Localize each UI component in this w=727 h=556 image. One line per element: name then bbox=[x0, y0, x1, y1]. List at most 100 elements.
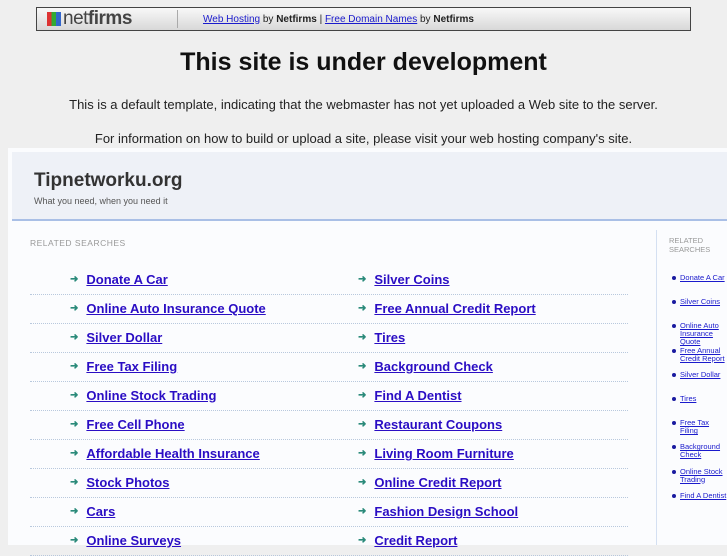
arrow-icon: ➜ bbox=[358, 390, 367, 401]
side-list-item: Find A Dentist bbox=[672, 491, 727, 500]
list-item: ➜ Stock Photos bbox=[70, 475, 169, 490]
list-item: ➜ Donate A Car bbox=[70, 272, 168, 287]
arrow-icon: ➜ bbox=[358, 448, 367, 459]
table-row: ➜ Stock Photos ➜ Online Credit Report bbox=[30, 469, 628, 498]
bullet-icon bbox=[672, 324, 676, 329]
search-link[interactable]: Cars bbox=[86, 504, 115, 519]
list-item: ➜ Online Surveys bbox=[70, 533, 181, 548]
arrow-icon: ➜ bbox=[70, 535, 79, 546]
search-link[interactable]: Free Cell Phone bbox=[86, 417, 184, 432]
search-link[interactable]: Tires bbox=[374, 330, 405, 345]
search-link[interactable]: Find A Dentist bbox=[374, 388, 461, 403]
netfirms-logo[interactable]: netfirms bbox=[37, 8, 177, 30]
table-row: ➜ Free Cell Phone ➜ Restaurant Coupons bbox=[30, 411, 628, 440]
site-header: Tipnetworku.org What you need, when you … bbox=[12, 152, 727, 221]
arrow-icon: ➜ bbox=[70, 419, 79, 430]
list-item: ➜ Fashion Design School bbox=[358, 504, 518, 519]
table-row: ➜ Silver Dollar ➜ Tires bbox=[30, 324, 628, 353]
side-list-item: Free Tax Filing bbox=[672, 419, 727, 435]
side-search-link[interactable]: Free Tax Filing bbox=[680, 419, 727, 435]
separator: | bbox=[319, 13, 323, 25]
search-link[interactable]: Credit Report bbox=[374, 533, 457, 548]
arrow-icon: ➜ bbox=[358, 506, 367, 517]
search-link[interactable]: Online Auto Insurance Quote bbox=[86, 301, 265, 316]
bullet-icon bbox=[672, 445, 676, 450]
side-list-item: Silver Coins bbox=[672, 298, 727, 306]
side-list-item: Tires bbox=[672, 395, 727, 403]
search-link[interactable]: Affordable Health Insurance bbox=[86, 446, 259, 461]
search-link[interactable]: Free Annual Credit Report bbox=[374, 301, 535, 316]
related-searches-heading: RELATED SEARCHES bbox=[30, 238, 126, 248]
site-name[interactable]: Tipnetworku.org bbox=[34, 170, 182, 192]
search-link[interactable]: Free Tax Filing bbox=[86, 359, 177, 374]
list-item: ➜ Background Check bbox=[358, 359, 493, 374]
table-row: ➜ Online Surveys ➜ Credit Report bbox=[30, 527, 628, 556]
divider bbox=[177, 10, 178, 28]
search-link[interactable]: Fashion Design School bbox=[374, 504, 518, 519]
bullet-icon bbox=[672, 300, 676, 305]
arrow-icon: ➜ bbox=[70, 448, 79, 459]
arrow-icon: ➜ bbox=[70, 506, 79, 517]
search-link[interactable]: Silver Coins bbox=[374, 272, 449, 287]
by-text: by bbox=[262, 13, 274, 25]
side-search-link[interactable]: Silver Coins bbox=[680, 298, 727, 306]
side-related-searches-heading: RELATED SEARCHES bbox=[669, 236, 711, 254]
netfirms-logo-icon bbox=[47, 12, 61, 26]
list-item: ➜ Free Cell Phone bbox=[70, 417, 185, 432]
side-search-link[interactable]: Free Annual Credit Report bbox=[680, 346, 727, 363]
arrow-icon: ➜ bbox=[358, 274, 367, 285]
side-list-item: Silver Dollar bbox=[672, 370, 727, 379]
column-divider bbox=[656, 230, 657, 545]
side-list-item: Online Auto Insurance Quote bbox=[672, 322, 727, 346]
table-row: ➜ Online Stock Trading ➜ Find A Dentist bbox=[30, 382, 628, 411]
arrow-icon: ➜ bbox=[70, 303, 79, 314]
arrow-icon: ➜ bbox=[70, 390, 79, 401]
search-link[interactable]: Restaurant Coupons bbox=[374, 417, 502, 432]
page-title: This site is under development bbox=[180, 48, 547, 76]
list-item: ➜ Find A Dentist bbox=[358, 388, 462, 403]
side-search-link[interactable]: Donate A Car bbox=[680, 274, 727, 282]
arrow-icon: ➜ bbox=[70, 274, 79, 285]
message-default-template: This is a default template, indicating t… bbox=[69, 97, 658, 112]
search-link[interactable]: Stock Photos bbox=[86, 475, 169, 490]
search-link[interactable]: Living Room Furniture bbox=[374, 446, 513, 461]
web-hosting-link[interactable]: Web Hosting bbox=[203, 14, 260, 25]
bullet-icon bbox=[672, 469, 676, 474]
search-link[interactable]: Online Surveys bbox=[86, 533, 181, 548]
arrow-icon: ➜ bbox=[358, 477, 367, 488]
arrow-icon: ➜ bbox=[358, 419, 367, 430]
search-link[interactable]: Silver Dollar bbox=[86, 330, 162, 345]
bullet-icon bbox=[672, 421, 676, 426]
search-link[interactable]: Online Credit Report bbox=[374, 475, 501, 490]
list-item: ➜ Living Room Furniture bbox=[358, 446, 514, 461]
list-item: ➜ Free Tax Filing bbox=[70, 359, 177, 374]
list-item: ➜ Online Stock Trading bbox=[70, 388, 216, 403]
side-list-item: Free Annual Credit Report bbox=[672, 346, 727, 363]
arrow-icon: ➜ bbox=[70, 477, 79, 488]
side-search-link[interactable]: Background Check bbox=[680, 443, 727, 459]
search-link[interactable]: Background Check bbox=[374, 359, 492, 374]
side-search-link[interactable]: Tires bbox=[680, 395, 727, 403]
list-item: ➜ Tires bbox=[358, 330, 405, 345]
side-search-link[interactable]: Find A Dentist bbox=[680, 491, 727, 500]
list-item: ➜ Online Auto Insurance Quote bbox=[70, 301, 266, 316]
bullet-icon bbox=[672, 397, 676, 401]
netfirms-logo-text: netfirms bbox=[63, 8, 132, 29]
bullet-icon bbox=[672, 493, 676, 498]
search-link[interactable]: Donate A Car bbox=[86, 272, 167, 287]
arrow-icon: ➜ bbox=[358, 303, 367, 314]
list-item: ➜ Credit Report bbox=[358, 533, 457, 548]
site-tagline: What you need, when you need it bbox=[34, 196, 168, 206]
list-item: ➜ Restaurant Coupons bbox=[358, 417, 502, 432]
side-search-link[interactable]: Online Stock Trading bbox=[680, 467, 727, 484]
banner-links: Web Hosting by Netfirms | Free Domain Na… bbox=[203, 14, 474, 25]
free-domain-names-link[interactable]: Free Domain Names bbox=[325, 14, 417, 25]
side-search-link[interactable]: Silver Dollar bbox=[680, 370, 727, 379]
list-item: ➜ Silver Dollar bbox=[70, 330, 162, 345]
search-link[interactable]: Online Stock Trading bbox=[86, 388, 216, 403]
side-list-item: Online Stock Trading bbox=[672, 467, 727, 484]
list-item: ➜ Silver Coins bbox=[358, 272, 450, 287]
list-item: ➜ Free Annual Credit Report bbox=[358, 301, 536, 316]
list-item: ➜ Cars bbox=[70, 504, 115, 519]
side-search-link[interactable]: Online Auto Insurance Quote bbox=[680, 322, 727, 346]
